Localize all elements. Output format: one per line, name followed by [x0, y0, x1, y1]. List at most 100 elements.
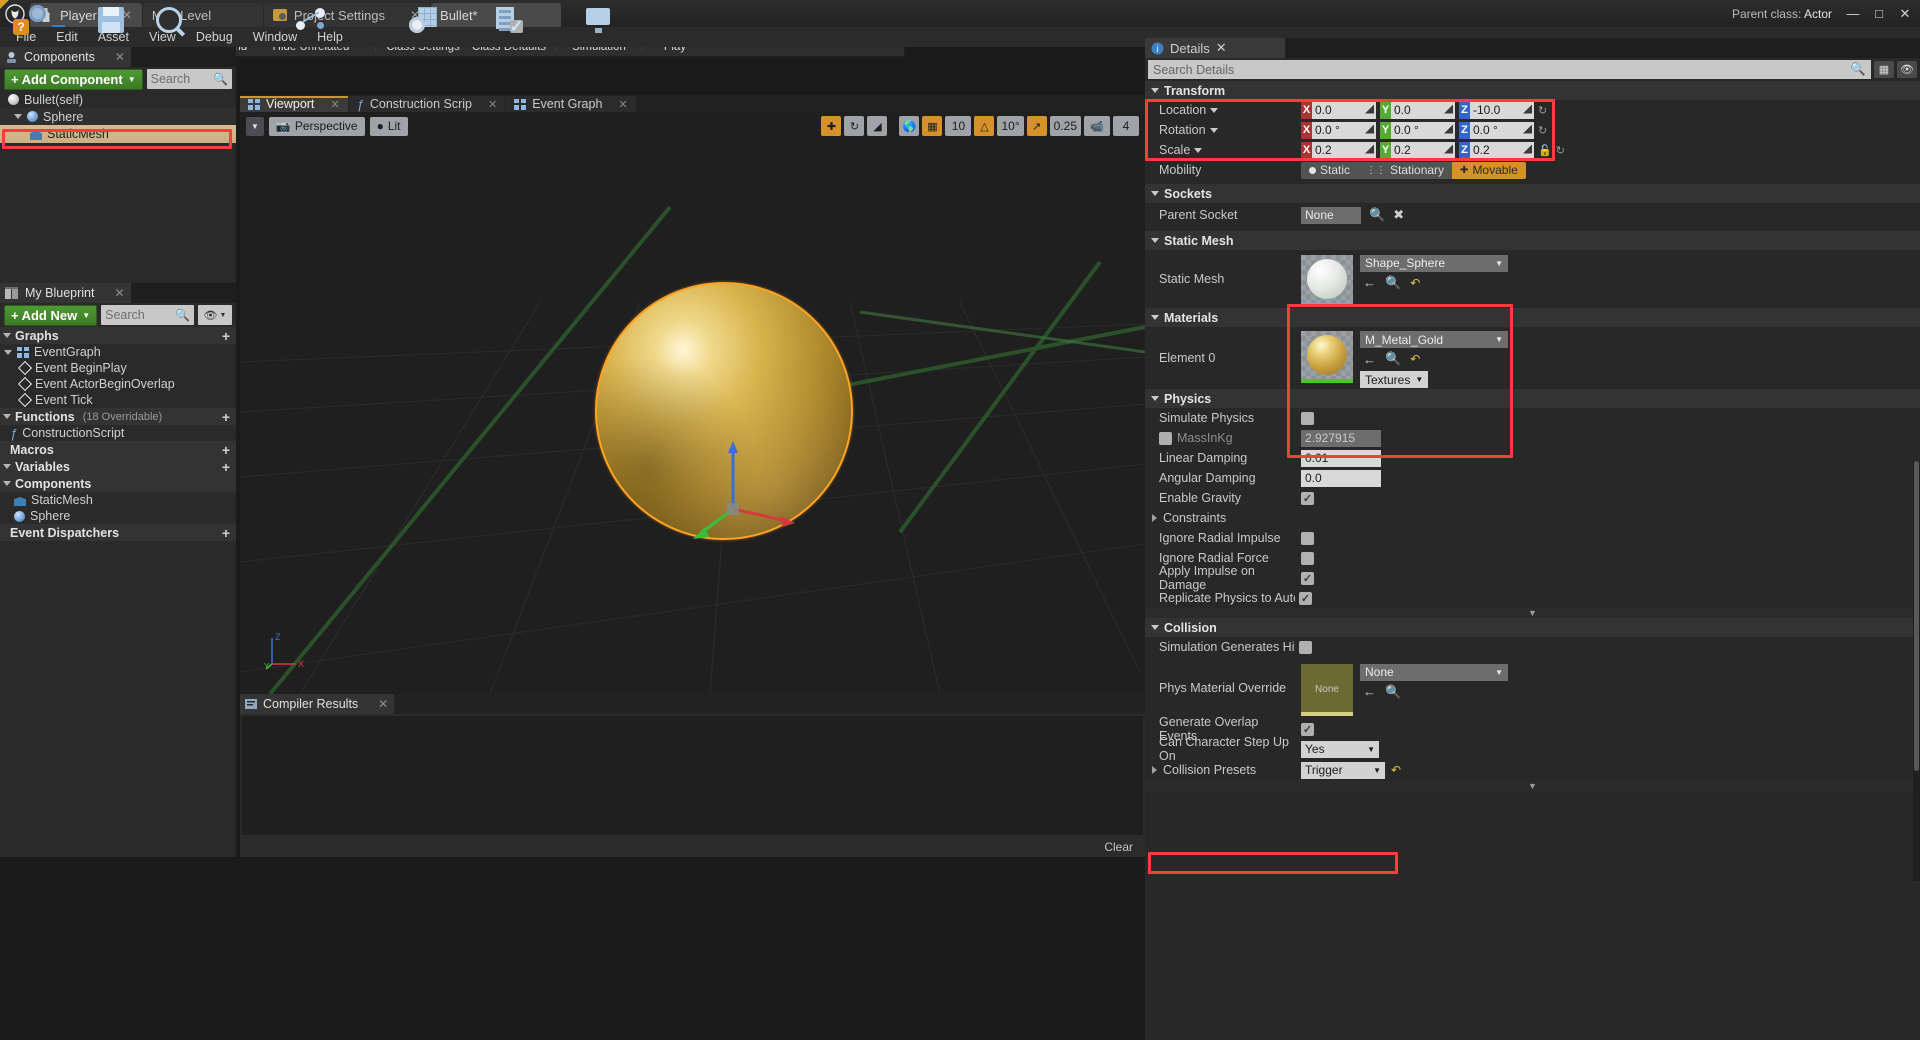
visibility-filter-button[interactable]: 👁 ▼: [198, 305, 232, 325]
rotation-z-input[interactable]: 0.0 °: [1470, 122, 1534, 139]
collision-collapse-handle[interactable]: ▼: [1145, 781, 1920, 791]
scale-z-field[interactable]: Z 0.2: [1459, 142, 1534, 159]
function-item-constructionscript[interactable]: ƒ ConstructionScript: [0, 425, 236, 441]
textures-button[interactable]: Textures ▼: [1360, 371, 1428, 388]
mass-override-checkbox[interactable]: ✓: [1159, 432, 1172, 445]
close-icon[interactable]: ✕: [488, 98, 497, 111]
can-character-step-up-on-combo[interactable]: Yes▼: [1301, 741, 1379, 758]
details-search-input[interactable]: Search Details 🔍: [1148, 60, 1871, 79]
close-icon[interactable]: ✕: [330, 98, 339, 111]
browse-icon[interactable]: 🔍: [1385, 684, 1401, 700]
add-function-icon[interactable]: +: [222, 409, 230, 425]
close-icon[interactable]: ✕: [1216, 40, 1227, 56]
tab-viewport[interactable]: Viewport ✕: [240, 96, 348, 112]
ignore-radial-force-checkbox[interactable]: ✓: [1301, 552, 1314, 565]
replicate-physics-checkbox[interactable]: ✓: [1299, 592, 1312, 605]
clear-icon[interactable]: ✖: [1393, 207, 1404, 223]
select-move-tool[interactable]: ✚: [821, 116, 841, 136]
reset-icon[interactable]: ↶: [1410, 276, 1420, 290]
category-materials[interactable]: Materials: [1145, 308, 1920, 327]
mobility-movable-button[interactable]: ✚ Movable: [1452, 162, 1526, 179]
section-header-variables[interactable]: Variables +: [0, 458, 236, 475]
chevron-down-icon[interactable]: [1210, 108, 1218, 113]
compiler-results-header[interactable]: Compiler Results ✕: [240, 694, 394, 714]
viewport[interactable]: ▼ 📷 Perspective ● Lit ✚ ↻ ◢ 🌎 ▦ 10 △ 10°…: [240, 112, 1145, 694]
location-x-input[interactable]: 0.0: [1312, 102, 1376, 119]
angular-damping-input[interactable]: 0.0: [1301, 470, 1381, 487]
maximize-icon[interactable]: □: [1866, 1, 1892, 27]
browse-icon[interactable]: 🔍: [1369, 207, 1385, 223]
parent-class-value[interactable]: Actor: [1804, 7, 1832, 21]
rotation-x-field[interactable]: X 0.0 °: [1301, 122, 1376, 139]
back-icon[interactable]: ←: [1363, 684, 1376, 699]
close-icon[interactable]: ✕: [378, 697, 388, 711]
tab-construction-script[interactable]: ƒ Construction Scrip ✕: [349, 96, 506, 112]
add-component-button[interactable]: + Add Component ▼: [4, 69, 143, 90]
graph-item-eventgraph[interactable]: EventGraph: [0, 344, 236, 360]
rotation-y-input[interactable]: 0.0 °: [1391, 122, 1455, 139]
enable-gravity-checkbox[interactable]: ✓: [1301, 492, 1314, 505]
rotation-reset-icon[interactable]: ↻: [1538, 124, 1547, 137]
phys-material-asset-selector[interactable]: None ▼: [1360, 664, 1508, 681]
component-item-staticmesh[interactable]: StaticMesh: [0, 492, 236, 508]
mobility-stationary-button[interactable]: ⋮⋮ Stationary: [1358, 162, 1452, 179]
grid-view-icon[interactable]: ▦: [1874, 61, 1894, 78]
static-mesh-asset-selector[interactable]: Shape_Sphere ▼: [1360, 255, 1508, 272]
rotation-x-input[interactable]: 0.0 °: [1312, 122, 1376, 139]
view-lit-button[interactable]: ● Lit: [370, 117, 408, 136]
scale-snap-value[interactable]: 0.25: [1050, 116, 1081, 136]
chevron-right-icon[interactable]: [1152, 766, 1157, 774]
chevron-down-icon[interactable]: [14, 114, 22, 119]
add-event-dispatcher-icon[interactable]: +: [222, 525, 230, 541]
category-static-mesh[interactable]: Static Mesh: [1145, 231, 1920, 250]
generate-overlap-events-checkbox[interactable]: ✓: [1301, 723, 1314, 736]
components-search-input[interactable]: Search 🔍: [147, 69, 232, 89]
ignore-radial-impulse-checkbox[interactable]: ✓: [1301, 532, 1314, 545]
apply-impulse-on-damage-checkbox[interactable]: ✓: [1301, 572, 1314, 585]
close-icon[interactable]: ✕: [1892, 1, 1918, 27]
tab-event-graph[interactable]: Event Graph ✕: [506, 96, 635, 112]
rotation-snap-toggle[interactable]: △: [974, 116, 994, 136]
chevron-down-icon[interactable]: [1210, 128, 1218, 133]
camera-speed-icon[interactable]: 📹: [1084, 116, 1110, 136]
camera-speed-value[interactable]: 4: [1113, 116, 1139, 136]
row-constraints[interactable]: Constraints: [1145, 508, 1920, 528]
details-scrollbar[interactable]: [1913, 461, 1920, 881]
category-collision[interactable]: Collision: [1145, 618, 1920, 637]
window-tab-project-settings[interactable]: Project Settings ✕: [264, 3, 430, 27]
browse-icon[interactable]: 🔍: [1385, 275, 1401, 291]
back-icon[interactable]: ←: [1363, 275, 1376, 290]
add-graph-icon[interactable]: +: [222, 328, 230, 344]
section-header-macros[interactable]: Macros +: [0, 441, 236, 458]
location-y-field[interactable]: Y 0.0: [1380, 102, 1455, 119]
chevron-down-icon[interactable]: [3, 481, 11, 486]
phys-material-thumbnail[interactable]: None: [1301, 664, 1353, 716]
physics-collapse-handle[interactable]: ▼: [1145, 608, 1920, 618]
scale-snap-toggle[interactable]: ↗: [1027, 116, 1047, 136]
add-macro-icon[interactable]: +: [222, 442, 230, 458]
parent-socket-value[interactable]: None: [1301, 207, 1361, 224]
eye-icon[interactable]: 👁: [1897, 61, 1917, 78]
scale-lock-icon[interactable]: 🔓: [1538, 144, 1552, 157]
close-icon[interactable]: ✕: [618, 98, 627, 111]
my-blueprint-panel-header[interactable]: My Blueprint ✕: [0, 283, 131, 303]
category-physics[interactable]: Physics: [1145, 389, 1920, 408]
close-icon[interactable]: ✕: [115, 50, 125, 64]
view-perspective-button[interactable]: 📷 Perspective: [269, 117, 365, 136]
back-icon[interactable]: ←: [1363, 352, 1376, 367]
clear-button[interactable]: Clear: [1104, 840, 1133, 854]
component-row-bullet-self[interactable]: Bullet(self): [0, 91, 236, 108]
mobility-static-button[interactable]: Static: [1301, 162, 1358, 179]
chevron-down-icon[interactable]: [3, 464, 11, 469]
location-z-field[interactable]: Z -10.0: [1459, 102, 1534, 119]
rotate-tool[interactable]: ↻: [844, 116, 864, 136]
close-icon[interactable]: ✕: [114, 286, 124, 300]
section-header-components[interactable]: Components: [0, 475, 236, 492]
add-new-button[interactable]: + Add New ▼: [4, 305, 97, 326]
scale-y-input[interactable]: 0.2: [1391, 142, 1455, 159]
add-variable-icon[interactable]: +: [222, 459, 230, 475]
section-header-graphs[interactable]: Graphs +: [0, 327, 236, 344]
category-sockets[interactable]: Sockets: [1145, 184, 1920, 203]
component-row-sphere[interactable]: Sphere: [0, 108, 236, 125]
location-y-input[interactable]: 0.0: [1391, 102, 1455, 119]
